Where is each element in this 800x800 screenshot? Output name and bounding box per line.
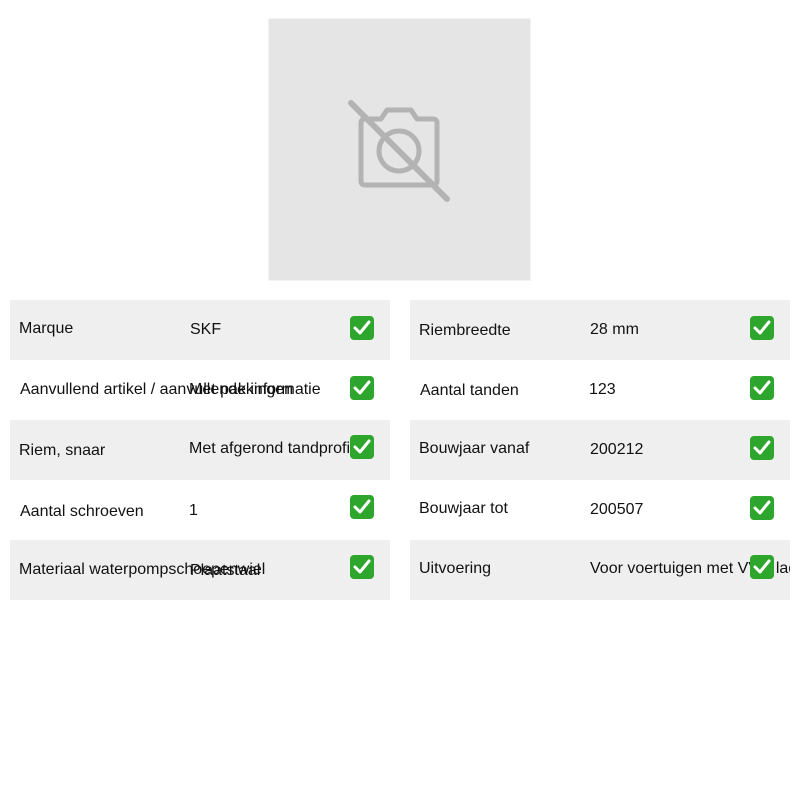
check-icon bbox=[350, 316, 374, 340]
spec-row-bouwjaar-tot: Bouwjaar tot 200507 bbox=[410, 480, 790, 540]
spec-label: Bouwjaar tot bbox=[419, 500, 508, 517]
spec-row-schroeven: Aantal schroeven 1 bbox=[10, 480, 390, 540]
spec-label: Aantal tanden bbox=[420, 382, 519, 399]
spec-label: Aantal schroeven bbox=[20, 503, 144, 520]
spec-value: 28 mm bbox=[590, 321, 639, 338]
specs-right: Riembreedte 28 mm Aantal tanden 123 Bouw… bbox=[410, 300, 790, 600]
check-icon bbox=[350, 555, 374, 579]
spec-row-materiaal: Materiaal waterpompschoepenwiel Plaatsta… bbox=[10, 540, 390, 600]
spec-label: Uitvoering bbox=[419, 560, 492, 577]
spec-value: SKF bbox=[190, 321, 222, 338]
spec-row-marque: Marque SKF bbox=[10, 300, 390, 360]
spec-row-tanden: Aantal tanden 123 bbox=[410, 360, 790, 420]
check-icon bbox=[750, 555, 774, 579]
spec-label: Marque bbox=[19, 320, 74, 337]
spec-value: Met afgerond tandprofiel bbox=[189, 440, 363, 457]
spec-value: Plaatstaal bbox=[190, 562, 261, 579]
check-icon bbox=[350, 435, 374, 459]
check-icon bbox=[750, 316, 774, 340]
spec-value: 1 bbox=[189, 502, 198, 519]
spec-value: 123 bbox=[589, 381, 616, 398]
spec-value: 200212 bbox=[590, 441, 644, 458]
check-icon bbox=[750, 436, 774, 460]
check-icon bbox=[350, 495, 374, 519]
specs-left: Marque SKF Aanvullend artikel / aanvulle… bbox=[10, 300, 390, 600]
check-icon bbox=[350, 376, 374, 400]
check-icon bbox=[750, 496, 774, 520]
spec-row-bouwjaar-vanaf: Bouwjaar vanaf 200212 bbox=[410, 420, 790, 480]
spec-row-uitvoering: Uitvoering Voor voertuigen met VVG laden bbox=[410, 540, 790, 600]
check-icon bbox=[750, 376, 774, 400]
spec-row-riembreedte: Riembreedte 28 mm bbox=[410, 300, 790, 360]
spec-row-aanvullend: Aanvullend artikel / aanvullende informa… bbox=[10, 360, 390, 420]
spec-value: Met pakkingen bbox=[189, 381, 294, 398]
no-camera-icon bbox=[348, 100, 450, 202]
spec-label: Bouwjaar vanaf bbox=[419, 440, 530, 457]
spec-label: Riem, snaar bbox=[19, 442, 106, 459]
spec-value: 200507 bbox=[590, 501, 644, 518]
product-image-placeholder bbox=[268, 18, 531, 281]
spec-label: Riembreedte bbox=[419, 322, 511, 339]
spec-row-riem: Riem, snaar Met afgerond tandprofiel bbox=[10, 420, 390, 480]
